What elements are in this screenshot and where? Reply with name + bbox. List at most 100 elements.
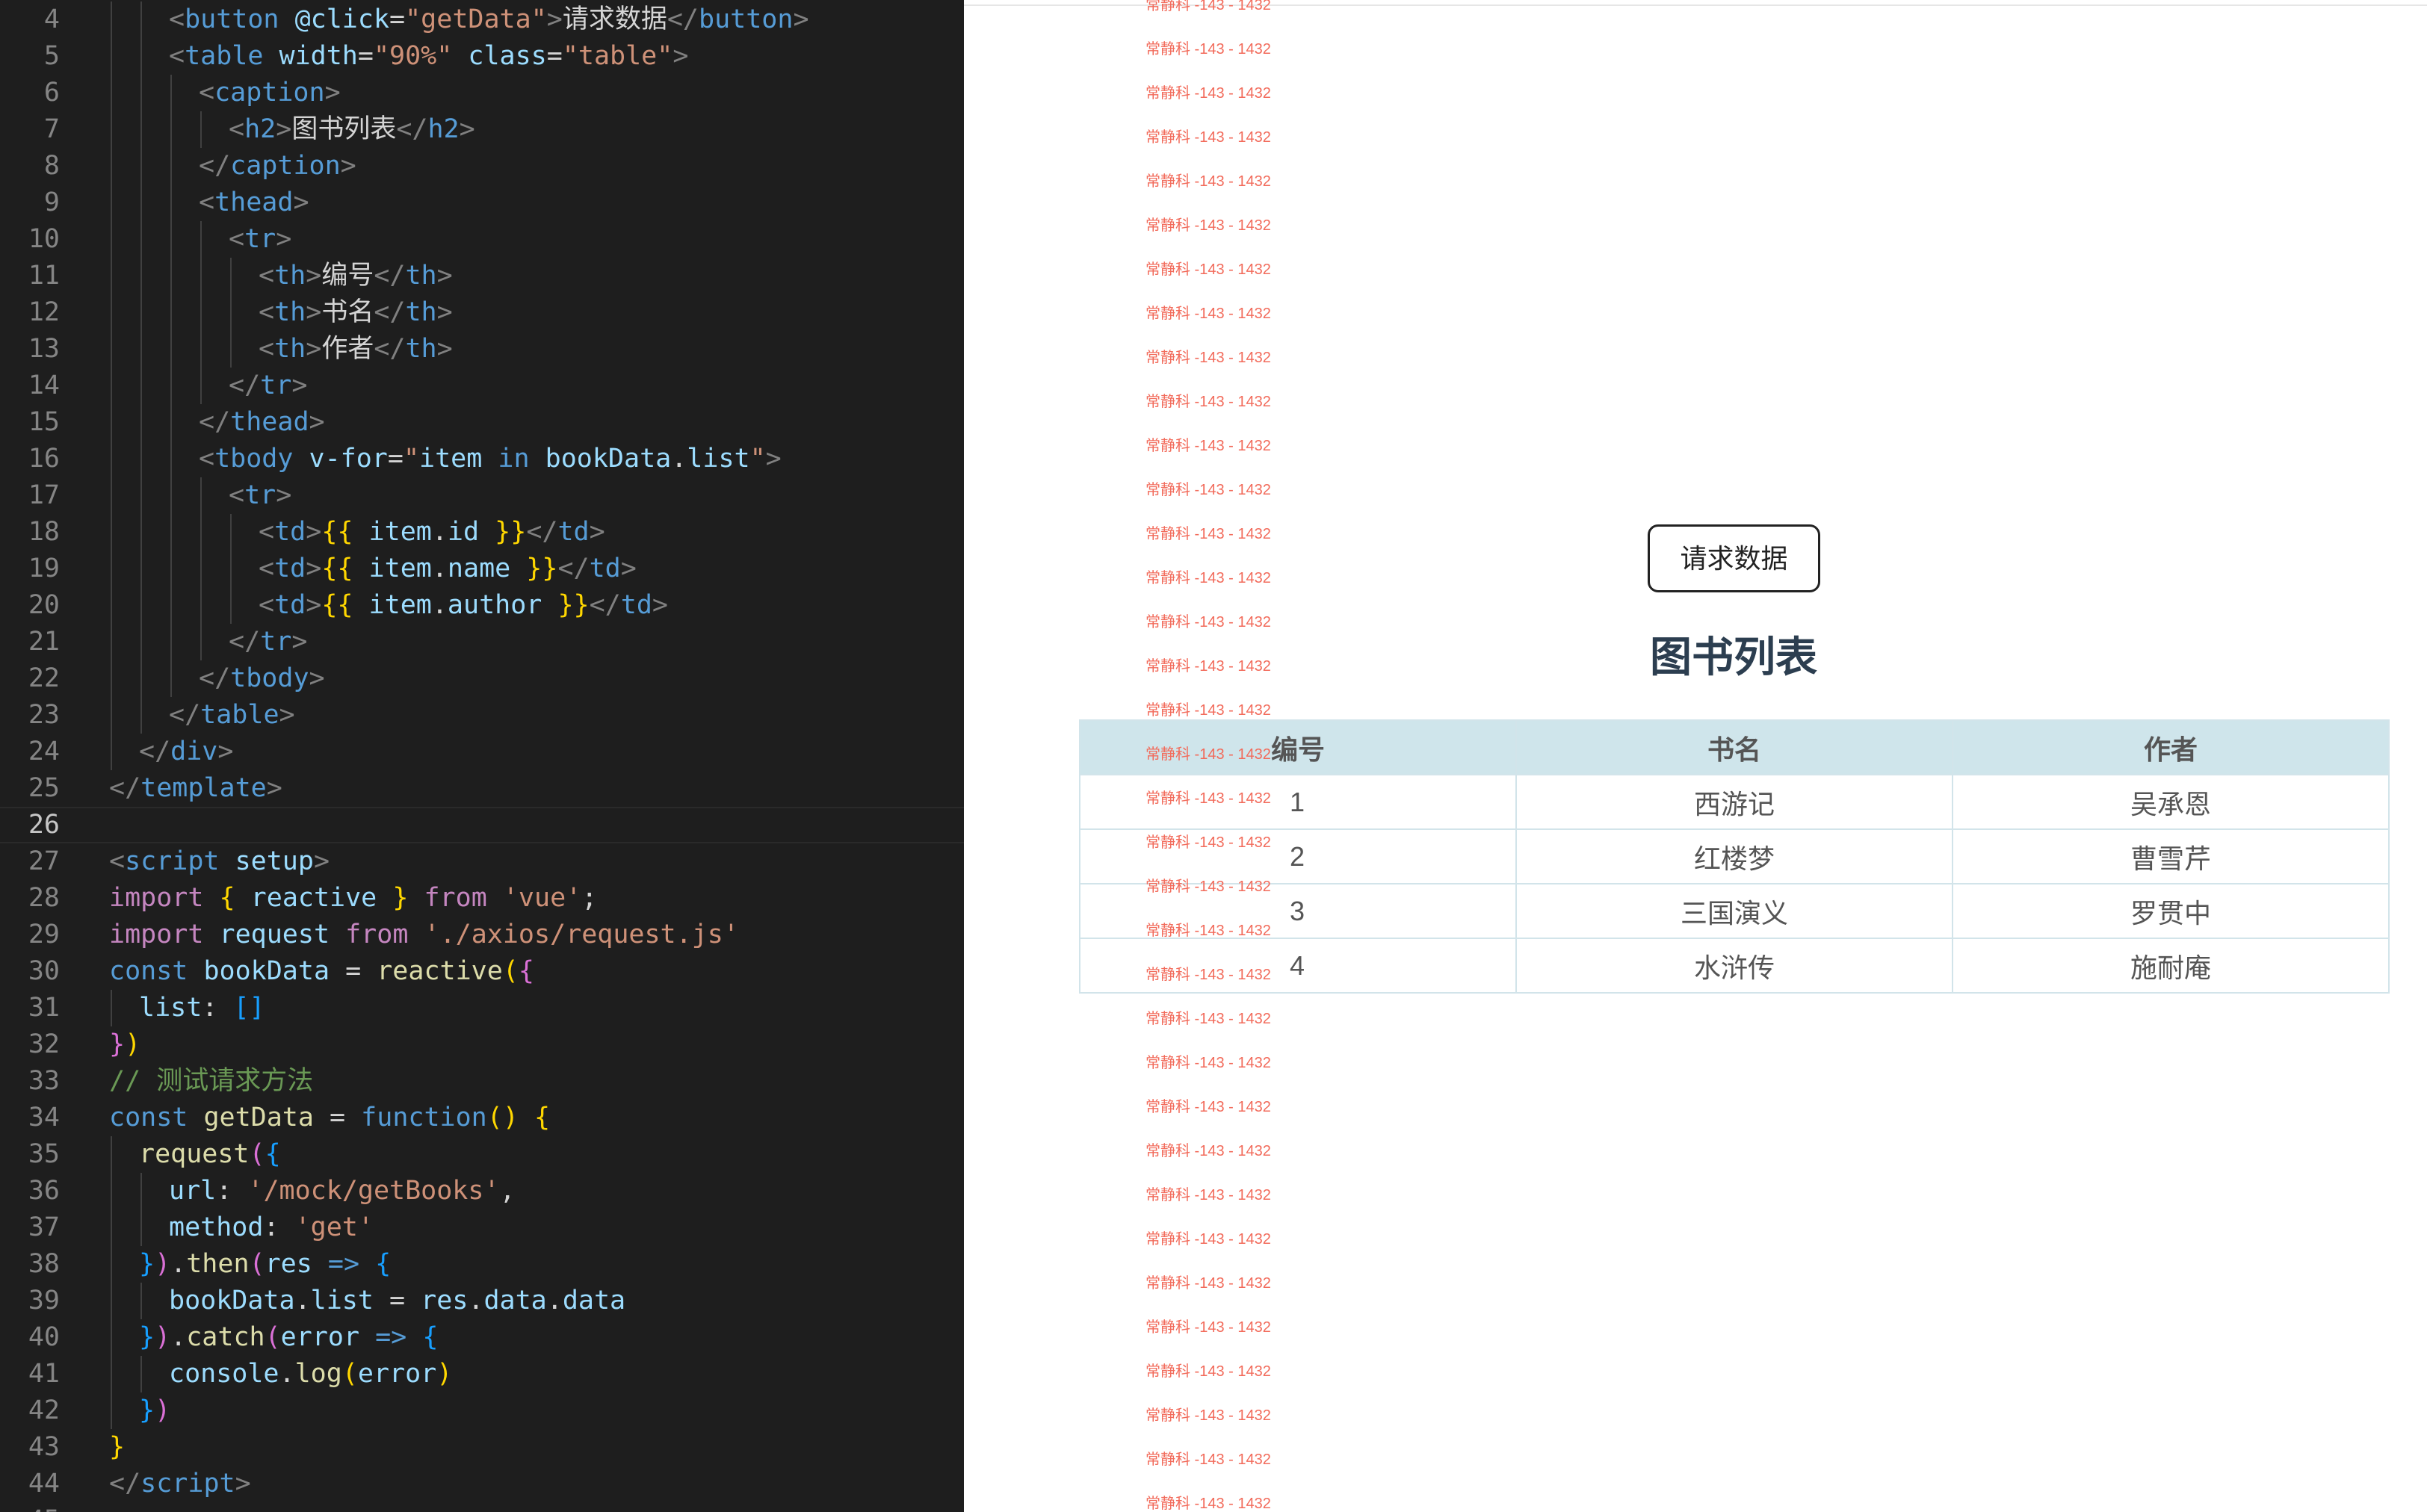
code-line[interactable]: 30 const bookData = reactive({ bbox=[0, 953, 964, 990]
code-text: </thead> bbox=[199, 404, 325, 441]
code-token: list bbox=[310, 1286, 374, 1316]
code-line[interactable]: 18 <td>{{ item.id }}</td> bbox=[0, 514, 964, 551]
code-line[interactable]: 33 // 测试请求方法 bbox=[0, 1063, 964, 1100]
code-token: </ bbox=[557, 554, 590, 583]
indent-guide bbox=[111, 1283, 112, 1319]
line-number: 24 bbox=[28, 737, 60, 766]
code-line[interactable]: 22 </tbody> bbox=[0, 660, 964, 697]
code-line[interactable]: 26 bbox=[0, 807, 964, 843]
code-line[interactable]: 36 url: '/mock/getBooks', bbox=[0, 1173, 964, 1209]
code-line[interactable]: 8 </caption> bbox=[0, 148, 964, 185]
code-text: </script> bbox=[109, 1466, 251, 1502]
code-line[interactable]: 4 <button @click="getData">请求数据</button> bbox=[0, 1, 964, 38]
code-line[interactable]: 25 </template> bbox=[0, 770, 964, 807]
indent-guide bbox=[170, 185, 172, 221]
code-line[interactable]: 32}) bbox=[0, 1026, 964, 1063]
code-line[interactable]: 11 <th>编号</th> bbox=[0, 258, 964, 294]
code-line[interactable]: 41 console.log(error) bbox=[0, 1356, 964, 1392]
code-line[interactable]: 23 </table> bbox=[0, 697, 964, 734]
code-line[interactable]: 16 <tbody v-for="item in bookData.list"> bbox=[0, 441, 964, 477]
code-line[interactable]: 17 <tr> bbox=[0, 477, 964, 514]
code-line[interactable]: 5 <table width="90%" class="table"> bbox=[0, 38, 964, 75]
code-line[interactable]: 34 const getData = function() { bbox=[0, 1100, 964, 1136]
watermark-text: 常静科 -143 - 1432 bbox=[1146, 702, 1271, 719]
code-token: ) bbox=[155, 1249, 171, 1279]
indent-guide bbox=[111, 1319, 112, 1356]
code-line[interactable]: 20 <td>{{ item.author }}</td> bbox=[0, 587, 964, 624]
header-name: 书名 bbox=[1515, 719, 1953, 775]
code-line[interactable]: 19 <td>{{ item.name }}</td> bbox=[0, 551, 964, 587]
request-data-button[interactable]: 请求数据 bbox=[1648, 524, 1820, 592]
code-text: // 测试请求方法 bbox=[109, 1063, 313, 1100]
line-number: 20 bbox=[28, 590, 60, 620]
code-editor[interactable]: 4 <button @click="getData">请求数据</button> 5… bbox=[0, 0, 964, 1512]
indent-guide bbox=[111, 1392, 112, 1429]
code-token: > bbox=[276, 114, 292, 144]
indent-guide bbox=[140, 111, 142, 148]
code-line[interactable]: 40}).catch(error => { bbox=[0, 1319, 964, 1356]
code-line[interactable]: 24 </div> bbox=[0, 734, 964, 770]
line-number: 26 bbox=[28, 810, 60, 840]
code-line[interactable]: 12 <th>书名</th> bbox=[0, 294, 964, 331]
code-line[interactable]: 31 list: [] bbox=[0, 990, 964, 1026]
code-line[interactable]: 13 <th>作者</th> bbox=[0, 331, 964, 368]
indent-guide bbox=[200, 258, 202, 294]
code-line[interactable]: 6 <caption> bbox=[0, 75, 964, 111]
code-line[interactable]: 39 bookData.list = res.data.data bbox=[0, 1283, 964, 1319]
code-line[interactable]: 21 </tr> bbox=[0, 624, 964, 660]
code-token: </ bbox=[589, 590, 621, 620]
code-token: td bbox=[589, 554, 621, 583]
code-token: th bbox=[274, 334, 306, 364]
watermark-text: 常静科 -143 - 1432 bbox=[1146, 1231, 1271, 1248]
code-line[interactable]: 10 <tr> bbox=[0, 221, 964, 258]
code-line[interactable]: 14 </tr> bbox=[0, 368, 964, 404]
watermark-text: 常静科 -143 - 1432 bbox=[1146, 1143, 1271, 1159]
code-line[interactable]: 37 method: 'get' bbox=[0, 1209, 964, 1246]
code-line[interactable]: 45 bbox=[0, 1502, 964, 1512]
table-row: 3 三国演义 罗贯中 bbox=[1079, 883, 2390, 939]
code-line[interactable]: 7 <h2>图书列表</h2> bbox=[0, 111, 964, 148]
code-line[interactable]: 44 </script> bbox=[0, 1466, 964, 1502]
indent-guide bbox=[170, 551, 172, 587]
code-token: > bbox=[313, 846, 330, 876]
cell-author: 罗贯中 bbox=[1952, 883, 2390, 939]
code-line[interactable]: 35 request({ bbox=[0, 1136, 964, 1173]
code-token: > bbox=[459, 114, 475, 144]
code-token: script bbox=[140, 1469, 235, 1499]
code-token: > bbox=[436, 297, 453, 327]
indent-guide bbox=[140, 697, 142, 734]
header-author: 作者 bbox=[1952, 719, 2390, 775]
code-token: caption bbox=[230, 151, 341, 181]
cell-author: 曹雪芹 bbox=[1952, 828, 2390, 884]
indent-guide bbox=[200, 624, 202, 660]
code-text: method: 'get' bbox=[169, 1209, 374, 1246]
code-line[interactable]: 9 <thead> bbox=[0, 185, 964, 221]
code-line[interactable]: 42}) bbox=[0, 1392, 964, 1429]
code-token: . bbox=[279, 1359, 295, 1389]
code-token: > bbox=[589, 517, 605, 547]
watermark-text: 常静科 -143 - 1432 bbox=[1146, 41, 1271, 58]
code-line[interactable]: 43} bbox=[0, 1429, 964, 1466]
table-row: 2 红楼梦 曹雪芹 bbox=[1079, 828, 2390, 884]
watermark-text: 常静科 -143 - 1432 bbox=[1146, 1099, 1271, 1115]
code-line[interactable]: 28 import { reactive } from 'vue'; bbox=[0, 880, 964, 917]
code-token: = bbox=[373, 1286, 421, 1316]
code-token: from bbox=[424, 883, 487, 913]
code-token: </ bbox=[199, 663, 231, 693]
table-row: 4 水浒传 施耐庵 bbox=[1079, 938, 2390, 994]
cell-author: 施耐庵 bbox=[1952, 938, 2390, 994]
watermark-text: 常静科 -143 - 1432 bbox=[1146, 967, 1271, 983]
code-line[interactable]: 27 <script setup> bbox=[0, 843, 964, 880]
code-token: . bbox=[431, 554, 448, 583]
code-token: ( bbox=[341, 1359, 358, 1389]
indent-guide bbox=[140, 368, 142, 404]
code-line[interactable]: 15 </thead> bbox=[0, 404, 964, 441]
code-token: = bbox=[546, 41, 563, 71]
code-token: </ bbox=[374, 334, 406, 364]
code-token: > bbox=[309, 407, 325, 437]
code-line[interactable]: 29 import request from './axios/request.j… bbox=[0, 917, 964, 953]
code-line[interactable]: 38}).then(res => { bbox=[0, 1246, 964, 1283]
code-text: <th>书名</th> bbox=[259, 294, 453, 331]
